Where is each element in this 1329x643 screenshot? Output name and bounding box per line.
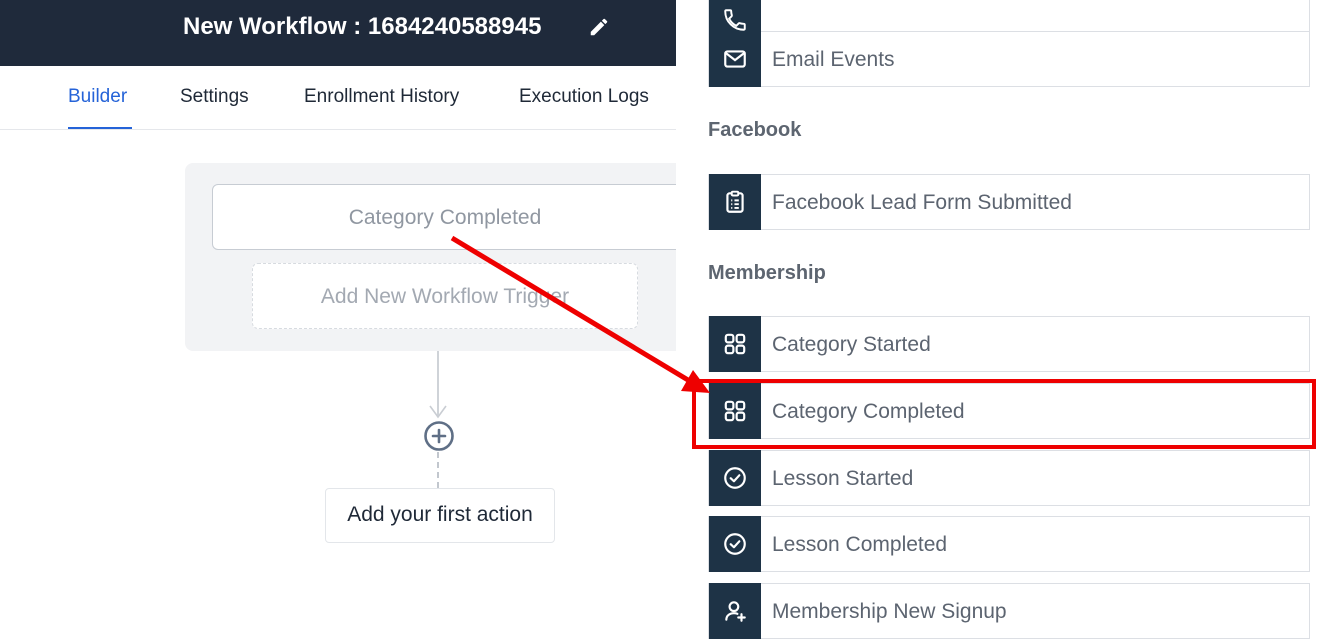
trigger-option-facebook-lead-form[interactable]: Facebook Lead Form Submitted xyxy=(708,174,1310,230)
tab-enrollment-history[interactable]: Enrollment History xyxy=(304,86,459,108)
trigger-option-label: Email Events xyxy=(772,48,895,71)
mail-icon xyxy=(709,31,761,87)
trigger-option-label: Facebook Lead Form Submitted xyxy=(772,191,1072,214)
section-title-facebook: Facebook xyxy=(708,119,802,141)
workflow-title[interactable]: New Workflow : 1684240588945 xyxy=(183,12,541,42)
tab-settings[interactable]: Settings xyxy=(180,86,249,108)
workflow-builder-page: New Workflow : 1684240588945 Builder Set… xyxy=(0,0,1329,643)
check-circle-icon xyxy=(709,516,761,572)
connector-arrow-icon xyxy=(429,405,447,419)
connector-dashed-line xyxy=(437,452,439,488)
header-bar: New Workflow : 1684240588945 xyxy=(0,0,676,66)
trigger-option-membership-new-signup[interactable]: Membership New Signup xyxy=(708,583,1310,639)
section-title-membership: Membership xyxy=(708,262,826,284)
add-step-plus-icon[interactable] xyxy=(423,420,455,452)
trigger-option-label: Lesson Started xyxy=(772,467,914,490)
check-circle-icon xyxy=(709,450,761,506)
trigger-option-label: Membership New Signup xyxy=(772,600,1007,623)
tab-bar: Builder Settings Enrollment History Exec… xyxy=(0,66,676,130)
annotation-highlight-box xyxy=(692,379,1316,449)
grid-icon xyxy=(709,316,761,372)
trigger-option-email-events[interactable]: Email Events xyxy=(708,31,1310,87)
user-plus-icon xyxy=(709,583,761,639)
tab-execution-logs[interactable]: Execution Logs xyxy=(519,86,649,108)
pencil-icon[interactable] xyxy=(588,16,610,38)
trigger-option-category-started[interactable]: Category Started xyxy=(708,316,1310,372)
add-trigger-label: Add New Workflow Trigger xyxy=(320,285,570,308)
active-tab-indicator xyxy=(68,127,132,129)
trigger-option-label: Category Started xyxy=(772,333,931,356)
trigger-option-lesson-completed[interactable]: Lesson Completed xyxy=(708,516,1310,572)
clipboard-icon xyxy=(709,174,761,230)
add-action-label: Add your first action xyxy=(347,503,533,526)
tab-builder[interactable]: Builder xyxy=(68,86,127,108)
trigger-label: Category Completed xyxy=(348,206,542,229)
trigger-option-lesson-started[interactable]: Lesson Started xyxy=(708,450,1310,506)
trigger-option-label: Lesson Completed xyxy=(772,533,948,556)
